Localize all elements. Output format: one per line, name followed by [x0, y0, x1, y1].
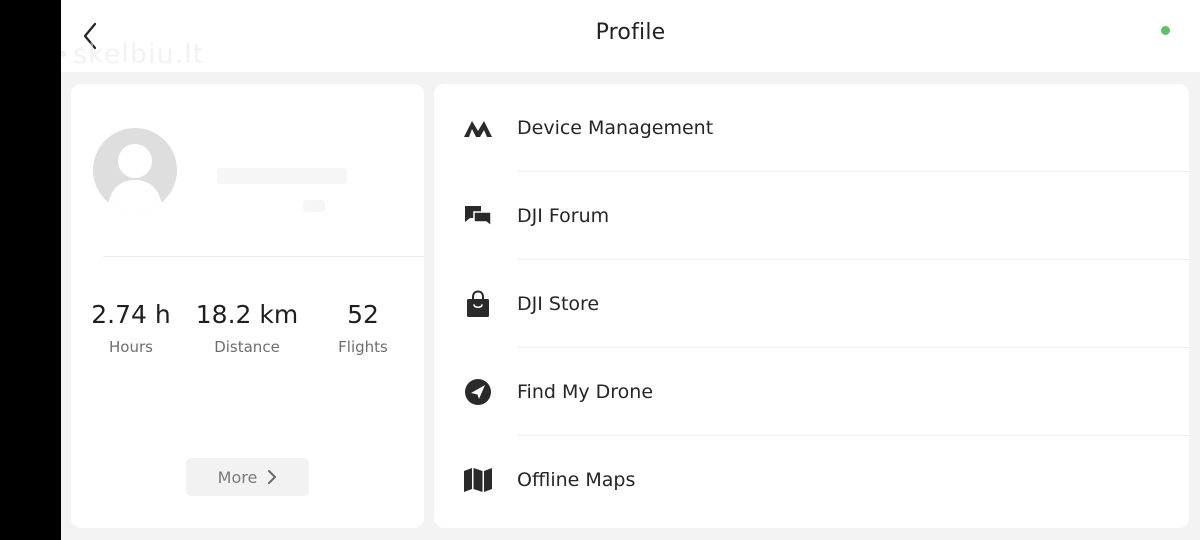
more-button[interactable]: More	[186, 458, 309, 496]
menu-item-label: Find My Drone	[517, 381, 654, 403]
page-title: Profile	[595, 20, 666, 45]
profile-card: 2.74 h Hours 18.2 km Distance 52 Flights…	[71, 84, 424, 528]
stat-distance: 18.2 km Distance	[192, 298, 302, 358]
stat-value: 52	[347, 300, 379, 329]
stat-flights: 52 Flights	[308, 298, 418, 358]
top-bar: Profile	[61, 0, 1200, 72]
stat-label: Flights	[338, 338, 388, 356]
menu-item-label: DJI Forum	[517, 205, 610, 227]
menu-item-label: Device Management	[517, 117, 714, 139]
more-label: More	[217, 467, 258, 487]
device-management-icon	[463, 113, 493, 143]
forum-chat-icon	[463, 201, 493, 231]
menu-item-dji-forum[interactable]: DJI Forum	[434, 172, 1189, 260]
dots-logo-icon	[61, 50, 67, 58]
username-placeholder	[217, 168, 347, 184]
folded-map-icon	[463, 465, 493, 495]
chevron-right-icon	[268, 470, 277, 484]
compass-icon	[463, 377, 493, 407]
menu-card: Device Management DJI Forum DJI Store Fi…	[434, 84, 1189, 528]
status-dot	[1161, 26, 1170, 35]
menu-item-offline-maps[interactable]: Offline Maps	[434, 436, 1189, 524]
stat-value: 18.2 km	[195, 300, 299, 329]
letterbox-left	[0, 0, 61, 540]
stat-label: Distance	[214, 338, 280, 356]
stat-label: Hours	[109, 338, 153, 356]
menu-item-device-management[interactable]: Device Management	[434, 84, 1189, 172]
menu-item-label: DJI Store	[517, 293, 600, 315]
menu-item-find-my-drone[interactable]: Find My Drone	[434, 348, 1189, 436]
profile-screen: Profile skelbiu.lt 2.74 h Hours 18.2 km …	[61, 0, 1200, 540]
watermark: skelbiu.lt	[61, 36, 204, 72]
watermark-text: skelbiu.lt	[73, 38, 205, 70]
user-silhouette-icon	[107, 144, 163, 212]
shopping-bag-icon	[463, 289, 493, 319]
menu-item-dji-store[interactable]: DJI Store	[434, 260, 1189, 348]
menu-item-label: Offline Maps	[517, 469, 636, 491]
profile-divider	[103, 256, 424, 257]
stat-value: 2.74 h	[91, 300, 171, 329]
stat-hours: 2.74 h Hours	[76, 298, 186, 358]
user-subtext-placeholder	[303, 200, 325, 212]
avatar[interactable]	[93, 128, 177, 212]
